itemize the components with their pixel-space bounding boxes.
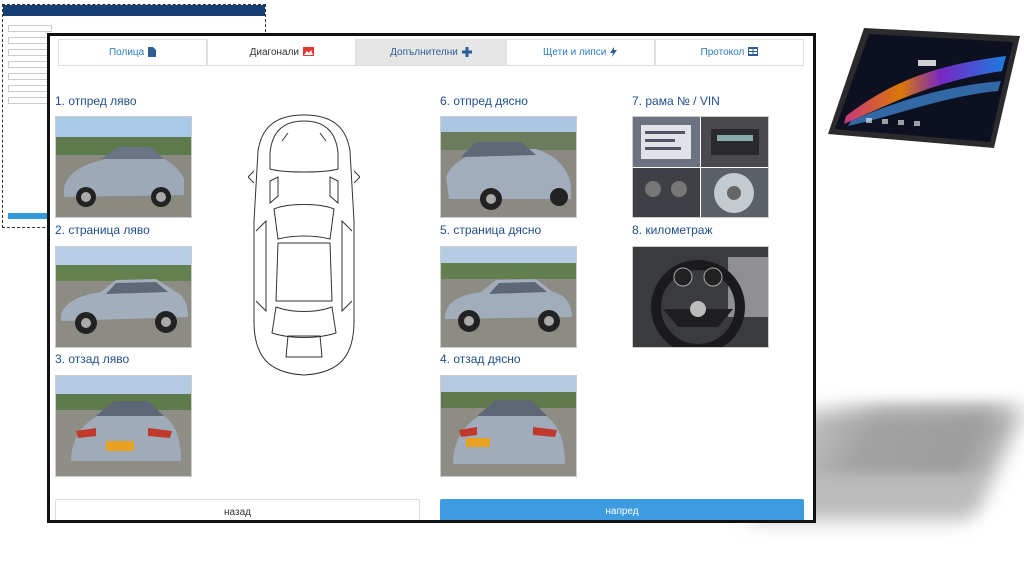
image-icon [303,46,315,58]
photo-heading-front-left: 1. отпред ляво [55,94,137,108]
photo-heading-front-right: 6. отпред дясно [440,94,528,108]
clock-glyph [918,60,936,66]
photo-rear-right[interactable] [440,375,577,477]
photo-heading-rear-left: 3. отзад ляво [55,352,130,366]
photo-rear-left[interactable] [55,375,192,477]
tab-diagonals[interactable]: Диагонали [207,39,357,65]
tab-protocol[interactable]: Протокол [654,39,805,65]
photo-vin-collage[interactable] [632,116,769,218]
file-icon [148,46,157,59]
photo-front-left[interactable] [55,116,192,218]
mini-field [8,97,52,104]
photo-odometer[interactable] [632,246,769,348]
mini-field [8,25,52,32]
back-button[interactable]: назад [55,499,420,520]
photo-heading-side-left: 2. страница ляво [55,223,150,237]
tab-label: Допълнителни [390,47,458,58]
table-icon [748,47,759,58]
tab-policy[interactable]: Полица [58,39,208,65]
mini-page-title [3,16,265,20]
tab-label: Полица [108,47,145,58]
photo-heading-rear-right: 4. отзад дясно [440,352,521,366]
photo-heading-vin: 7. рама № / VIN [632,94,720,108]
mini-field [8,73,52,80]
photo-side-right[interactable] [440,246,577,348]
tab-label: Щети и липси [543,47,607,58]
photo-side-left[interactable] [55,246,192,348]
photo-heading-odometer: 8. километраж [632,223,713,237]
tablet-device-image [828,28,1020,148]
mini-navbar [3,5,265,16]
tab-label: Протокол [700,47,745,58]
car-top-view-diagram [248,114,360,376]
next-button[interactable]: напред [440,499,804,520]
inspection-window: Полица Диагонали Допълнителни Щети и лип… [47,33,816,523]
photo-heading-side-right: 5. страница дясно [440,223,542,237]
mini-field [8,61,52,68]
mini-field [8,49,52,56]
tab-label: Диагонали [249,46,300,58]
photo-front-right[interactable] [440,116,577,218]
tab-additional[interactable]: Допълнителни [356,39,506,65]
tab-bar: Полица Диагонали Допълнителни Щети и лип… [58,39,805,66]
mini-field [8,85,52,92]
mini-field [8,37,52,44]
bolt-icon [610,46,618,59]
tab-damages[interactable]: Щети и липси [505,39,655,65]
plus-icon [461,46,472,59]
